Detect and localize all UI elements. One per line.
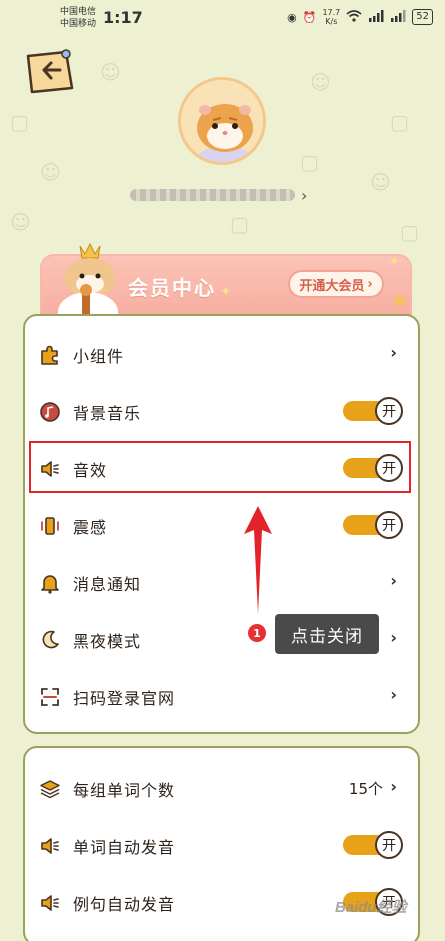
vibrate-icon — [41, 517, 59, 535]
eye-icon: ◉ — [287, 10, 297, 24]
net-speed-value: 17.7 — [322, 8, 341, 17]
step-number-badge: 1 — [248, 624, 266, 642]
doodle-icon: ☺ — [10, 210, 31, 234]
signal-icon — [390, 9, 406, 25]
signal-icon — [368, 9, 384, 25]
username-blurred — [130, 189, 295, 201]
moon-icon — [42, 630, 59, 649]
back-button[interactable] — [22, 48, 76, 96]
doodle-icon: ▢ — [10, 110, 29, 134]
toggle-knob: 开 — [375, 831, 403, 859]
setting-label: 单词自动发音 — [73, 838, 176, 857]
doodle-icon: ▢ — [230, 212, 249, 236]
setting-label: 消息通知 — [73, 575, 142, 594]
toggle-knob: 开 — [375, 511, 403, 539]
doodle-icon: ▢ — [300, 150, 319, 174]
username-link[interactable]: › — [130, 184, 320, 206]
hamster-avatar-icon — [181, 80, 263, 162]
settings-card-general: 小组件 › 背景音乐 开 音效 开 震感 开 消息通知 › 黑夜模式 › 扫码登… — [23, 314, 420, 734]
alarm-icon: ⏰ — [302, 10, 317, 24]
setting-label: 扫码登录官网 — [73, 689, 176, 708]
chevron-right-icon: › — [390, 777, 397, 796]
setting-row-scan-login[interactable]: 扫码登录官网 › — [25, 668, 417, 725]
chevron-right-icon: › — [390, 685, 397, 704]
carrier-info: 中国电信 中国移动 — [60, 6, 96, 30]
doodle-icon: ☺ — [40, 160, 61, 184]
back-arrow-icon — [26, 49, 74, 94]
setting-row-notifications[interactable]: 消息通知 › — [25, 554, 417, 611]
wifi-icon — [346, 9, 362, 25]
vibration-toggle[interactable]: 开 — [343, 511, 403, 539]
scan-icon — [41, 688, 59, 706]
setting-row-vibration[interactable]: 震感 开 — [25, 497, 417, 554]
music-icon — [40, 402, 60, 422]
bell-icon — [41, 575, 59, 594]
setting-label: 震感 — [73, 518, 108, 537]
net-speed: 17.7 K/s — [322, 8, 340, 26]
doodle-icon: ☺ — [100, 60, 121, 84]
setting-label: 小组件 — [73, 347, 125, 366]
speaker-icon — [41, 838, 59, 854]
word-auto-pronounce-toggle[interactable]: 开 — [343, 831, 403, 859]
speaker-icon — [41, 895, 59, 911]
chevron-right-icon: › — [301, 185, 308, 205]
toggle-knob: 开 — [375, 397, 403, 425]
setting-row-background-music[interactable]: 背景音乐 开 — [25, 383, 417, 440]
setting-label: 黑夜模式 — [73, 632, 142, 651]
doodle-icon: ▢ — [400, 220, 419, 244]
chevron-right-icon: › — [390, 343, 397, 362]
layers-icon — [40, 780, 60, 799]
background-music-toggle[interactable]: 开 — [343, 397, 403, 425]
instruction-tooltip: 点击关闭 — [275, 614, 379, 654]
carrier-1: 中国电信 — [60, 7, 97, 17]
puzzle-icon — [41, 345, 58, 365]
open-vip-button[interactable]: 开通大会员 › — [288, 270, 384, 298]
carrier-2: 中国移动 — [60, 19, 97, 29]
words-per-group-value: 15个 — [348, 780, 383, 798]
status-icons: ◉ ⏰ 17.7 K/s 52 — [287, 8, 433, 26]
setting-label: 每组单词个数 — [73, 781, 176, 800]
sparkle-icon: ✦ — [220, 284, 232, 300]
status-time: 1:17 — [103, 8, 143, 27]
diamond-icon: ◆ — [393, 290, 406, 309]
setting-label: 背景音乐 — [73, 404, 142, 423]
setting-label: 例句自动发音 — [73, 895, 176, 914]
battery-icon: 52 — [412, 9, 433, 25]
chevron-right-icon: › — [390, 628, 397, 647]
setting-row-widgets[interactable]: 小组件 › — [25, 326, 417, 383]
chevron-right-icon: › — [367, 276, 373, 292]
chevron-right-icon: › — [390, 571, 397, 590]
doodle-icon: ▢ — [390, 110, 409, 134]
doodle-icon: ☺ — [370, 170, 391, 194]
avatar[interactable] — [178, 77, 266, 165]
up-arrow-icon — [244, 506, 272, 614]
doodle-icon: ☺ — [310, 70, 331, 94]
highlight-box — [29, 441, 411, 493]
watermark: Baidu经验 — [335, 899, 407, 916]
sparkle-icon: ✦ — [388, 254, 400, 270]
net-speed-unit: K/s — [325, 17, 338, 26]
setting-row-words-per-group[interactable]: 每组单词个数 15个 › — [25, 760, 417, 817]
status-bar: 中国电信 中国移动 1:17 ◉ ⏰ 17.7 K/s 52 — [0, 0, 445, 34]
setting-row-word-auto-pronounce[interactable]: 单词自动发音 开 — [25, 817, 417, 874]
open-vip-label: 开通大会员 — [299, 278, 365, 294]
vip-title: 会员中心 — [128, 276, 216, 300]
